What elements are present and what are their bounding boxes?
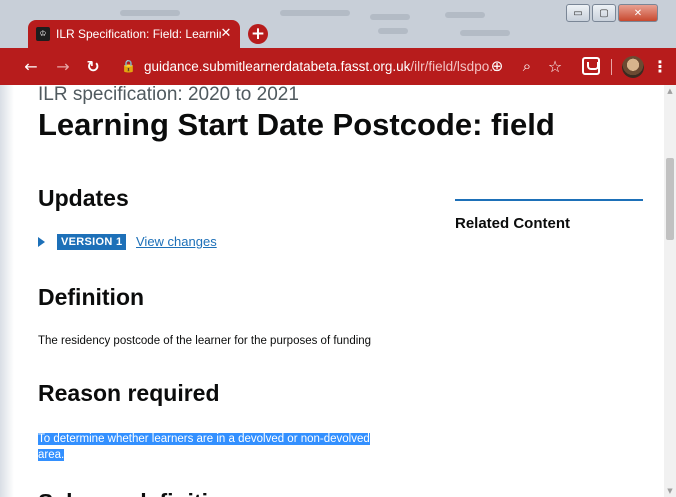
- reason-text: To determine whether learners are in a d…: [38, 431, 370, 463]
- reload-icon[interactable]: ↻: [84, 48, 102, 85]
- version-badge: VERSION 1: [57, 234, 127, 250]
- page-content: ILR specification: 2020 to 2021 Learning…: [0, 85, 664, 497]
- bookmark-star-icon[interactable]: ☆: [546, 48, 564, 85]
- vertical-scrollbar[interactable]: ▲ ▼: [664, 85, 676, 497]
- expand-triangle-icon[interactable]: [38, 237, 45, 247]
- tab-close-icon[interactable]: ✕: [218, 26, 234, 42]
- background-window-text: [445, 12, 485, 18]
- url-host: guidance.submitlearnerdatabeta.fasst.org…: [144, 59, 411, 74]
- background-window-text: [370, 14, 410, 20]
- scroll-down-arrow-icon[interactable]: ▼: [664, 485, 676, 497]
- reason-required-heading: Reason required: [38, 380, 220, 406]
- scrollbar-thumb[interactable]: [666, 158, 674, 240]
- site-favicon-icon: ♔: [36, 27, 50, 41]
- url-path: /ilr/field/lsdpo...: [410, 59, 501, 74]
- tab-title: ILR Specification: Field: Learning: [56, 27, 221, 41]
- related-content-heading: Related Content: [455, 215, 571, 232]
- browser-tab[interactable]: ♔ ILR Specification: Field: Learning ✕: [28, 20, 240, 48]
- zoom-icon[interactable]: ⌕: [518, 48, 536, 85]
- back-icon[interactable]: ←: [22, 48, 40, 85]
- page-caption: ILR specification: 2020 to 2021: [38, 85, 299, 105]
- definition-text: The residency postcode of the learner fo…: [38, 335, 372, 347]
- updates-heading: Updates: [38, 185, 129, 211]
- background-window-text: [280, 10, 350, 16]
- schema-definition-heading: Schema definition: [38, 489, 236, 497]
- related-content-rule: [455, 199, 643, 201]
- close-window-button[interactable]: ✕: [618, 4, 658, 22]
- view-changes-link[interactable]: View changes: [136, 233, 217, 251]
- left-edge-shadow: [0, 85, 14, 497]
- background-window-text: [460, 30, 510, 36]
- definition-heading: Definition: [38, 284, 145, 310]
- browser-toolbar: ← → ↻ 🔒 guidance.submitlearnerdatabeta.f…: [0, 48, 676, 85]
- menu-icon[interactable]: ⋮: [652, 48, 668, 85]
- profile-avatar[interactable]: [622, 56, 644, 78]
- forward-icon[interactable]: →: [54, 48, 72, 85]
- selected-text-line2: area.: [38, 449, 65, 461]
- lock-icon[interactable]: 🔒: [121, 48, 136, 85]
- selected-text-line1: To determine whether learners are in a d…: [38, 433, 370, 445]
- minimize-button[interactable]: ▭: [566, 4, 590, 22]
- extension-icon[interactable]: [582, 57, 600, 75]
- add-icon[interactable]: ⊕: [488, 48, 506, 85]
- page-title: Learning Start Date Postcode: field: [38, 107, 555, 142]
- scroll-up-arrow-icon[interactable]: ▲: [664, 85, 676, 97]
- new-tab-button[interactable]: +: [248, 24, 268, 44]
- background-window-text: [120, 10, 180, 16]
- toolbar-divider: [611, 59, 612, 75]
- background-window-text: [378, 28, 408, 34]
- window-titlebar: ♔ ILR Specification: Field: Learning ✕ +…: [0, 0, 676, 48]
- address-bar[interactable]: guidance.submitlearnerdatabeta.fasst.org…: [144, 48, 500, 85]
- maximize-button[interactable]: ▢: [592, 4, 616, 22]
